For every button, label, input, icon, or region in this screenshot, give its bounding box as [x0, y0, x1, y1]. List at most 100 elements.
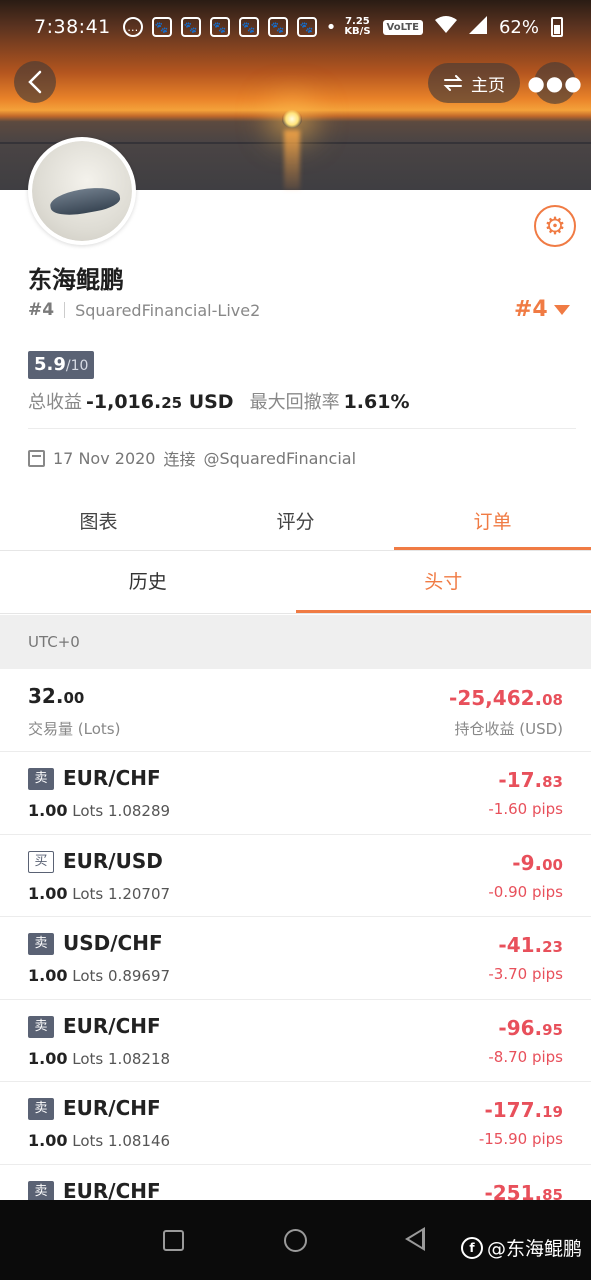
status-right: 7.25 KB/S VoLTE 62%	[344, 15, 563, 39]
symbol: EUR/CHF	[63, 1178, 161, 1203]
score-max: /10	[65, 358, 89, 374]
profit-int: -177.	[484, 1098, 543, 1122]
notification-icons: … 🐾 🐾 🐾 🐾 🐾 🐾 •	[122, 17, 336, 38]
open-profit-label: 持仓收益 (USD)	[454, 720, 563, 738]
lots-unit: Lots	[72, 884, 104, 903]
status-time: 7:38:41	[34, 16, 111, 38]
order-subtabs: 历史 头寸	[0, 552, 591, 614]
list-item[interactable]: 卖 EUR/CHF 1.00 Lots 1.08289 -17.83 -1.60…	[0, 752, 591, 835]
paw-icon: 🐾	[296, 17, 317, 37]
speed-unit: KB/S	[344, 26, 371, 37]
tab-orders[interactable]: 订单	[394, 495, 591, 550]
message-icon: …	[122, 17, 143, 37]
list-item[interactable]: 卖 USD/CHF 1.00 Lots 0.89697 -41.23 -3.70…	[0, 917, 591, 1000]
recent-apps-button[interactable]	[163, 1230, 184, 1251]
lots-info: 1.00 Lots 1.20707	[28, 884, 170, 903]
lots-value: 1.00	[28, 801, 68, 820]
pips-value: -15.90 pips	[478, 1130, 563, 1148]
stats-row: 总收益 -1,016.25 USD 最大回撤率 1.61%	[28, 388, 410, 414]
rank-dropdown[interactable]: #4	[514, 297, 570, 322]
profit-dec: 95	[542, 1020, 563, 1039]
volume-label: 交易量 (Lots)	[28, 720, 121, 738]
profit-int: -41.	[498, 933, 543, 957]
lots-info: 1.00 Lots 1.08146	[28, 1131, 170, 1150]
whale-image	[48, 183, 122, 219]
back-nav-button[interactable]	[405, 1227, 425, 1251]
home-nav-button[interactable]	[284, 1229, 307, 1252]
score-value: 5.9	[34, 354, 66, 375]
separator	[64, 302, 66, 318]
lots-unit: Lots	[72, 1132, 104, 1150]
profit-dec: 23	[542, 938, 563, 956]
list-item[interactable]: 买 EUR/USD 1.00 Lots 1.20707 -9.00 -0.90 …	[0, 835, 591, 917]
score-badge: 5.9/10	[28, 351, 95, 379]
connect-date: 17 Nov 2020	[53, 448, 156, 468]
profit-int: -96.	[498, 1015, 543, 1040]
more-button[interactable]: ●●●	[527, 62, 582, 104]
tab-rating[interactable]: 评分	[197, 495, 394, 550]
paw-icon: 🐾	[180, 17, 201, 37]
list-item[interactable]: 卖 EUR/CHF 1.00 Lots 1.08218 -96.95 -8.70…	[0, 1000, 591, 1082]
total-profit-decimals: 25	[161, 394, 183, 412]
profit-int: -9.	[512, 850, 543, 875]
rank-row: #4 SquaredFinancial-Live2	[28, 300, 260, 320]
open-profit-int: -25,462.	[449, 686, 543, 710]
total-profit-unit: USD	[182, 391, 234, 413]
calendar-icon	[28, 449, 45, 467]
battery-icon	[551, 17, 563, 37]
app-screen: 7:38:41 … 🐾 🐾 🐾 🐾 🐾 🐾 • 7.25 KB/S VoLTE …	[0, 0, 591, 1280]
avatar[interactable]	[28, 137, 136, 245]
list-item[interactable]: 卖 EUR/CHF 1.00 Lots 1.08146 -177.19 -15.…	[0, 1082, 591, 1165]
watermark-logo-icon: f	[461, 1236, 483, 1259]
volume-int: 32.	[28, 684, 64, 708]
profit-value: -41.23	[498, 933, 563, 957]
positions-summary: 32.00 交易量 (Lots) -25,462.08 持仓收益 (USD)	[0, 670, 591, 752]
chevron-left-icon	[28, 70, 42, 94]
back-button[interactable]	[14, 61, 56, 103]
watermark: f @东海鲲鹏	[461, 1234, 582, 1261]
lots-value: 1.00	[28, 966, 68, 985]
side-badge: 卖	[28, 768, 54, 790]
lots-unit: Lots	[72, 967, 104, 985]
network-speed: 7.25 KB/S	[344, 17, 370, 37]
lots-unit: Lots	[72, 802, 104, 820]
trader-name: 东海鲲鹏	[28, 266, 124, 294]
profit-dec: 19	[542, 1103, 563, 1121]
paw-icon: 🐾	[209, 17, 230, 37]
open-price: 1.08289	[108, 802, 171, 820]
home-button[interactable]: 主页	[428, 63, 520, 103]
broker-name: @SquaredFinancial	[203, 448, 357, 468]
settings-button[interactable]: ⚙	[534, 205, 576, 247]
symbol: EUR/CHF	[63, 1013, 161, 1038]
signal-icon	[468, 15, 487, 39]
open-price: 1.08218	[108, 1049, 171, 1068]
main-tabs: 图表 评分 订单	[0, 495, 591, 551]
gear-icon: ⚙	[544, 212, 566, 240]
lots-info: 1.00 Lots 1.08289	[28, 801, 170, 820]
side-badge: 买	[28, 850, 54, 873]
watermark-text: @东海鲲鹏	[487, 1238, 583, 1260]
rank-label: #4	[28, 300, 55, 320]
open-price: 1.20707	[108, 884, 171, 903]
wifi-icon	[434, 15, 457, 39]
drawdown-label: 最大回撤率	[249, 392, 340, 413]
profit-value: -9.00	[512, 851, 563, 875]
profit-int: -17.	[498, 768, 543, 792]
lots-value: 1.00	[28, 1131, 68, 1150]
battery-percent: 62%	[498, 16, 539, 38]
symbol: EUR/CHF	[63, 1096, 161, 1120]
side-badge: 卖	[28, 1015, 54, 1038]
pips-value: -0.90 pips	[488, 882, 563, 901]
side-badge: 卖	[28, 933, 54, 955]
pips-value: -3.70 pips	[488, 965, 563, 983]
paw-icon: 🐾	[238, 17, 259, 37]
status-bar: 7:38:41 … 🐾 🐾 🐾 🐾 🐾 🐾 • 7.25 KB/S VoLTE …	[0, 0, 591, 54]
subtab-history[interactable]: 历史	[0, 552, 296, 613]
profit-dec: 83	[542, 773, 563, 791]
subtab-positions[interactable]: 头寸	[295, 552, 591, 613]
tab-chart[interactable]: 图表	[0, 495, 197, 550]
more-dots-icon: ●●●	[527, 71, 583, 95]
profit-value: -17.83	[498, 768, 563, 792]
profit-dec: 00	[542, 855, 563, 874]
open-price: 0.89697	[108, 967, 171, 985]
